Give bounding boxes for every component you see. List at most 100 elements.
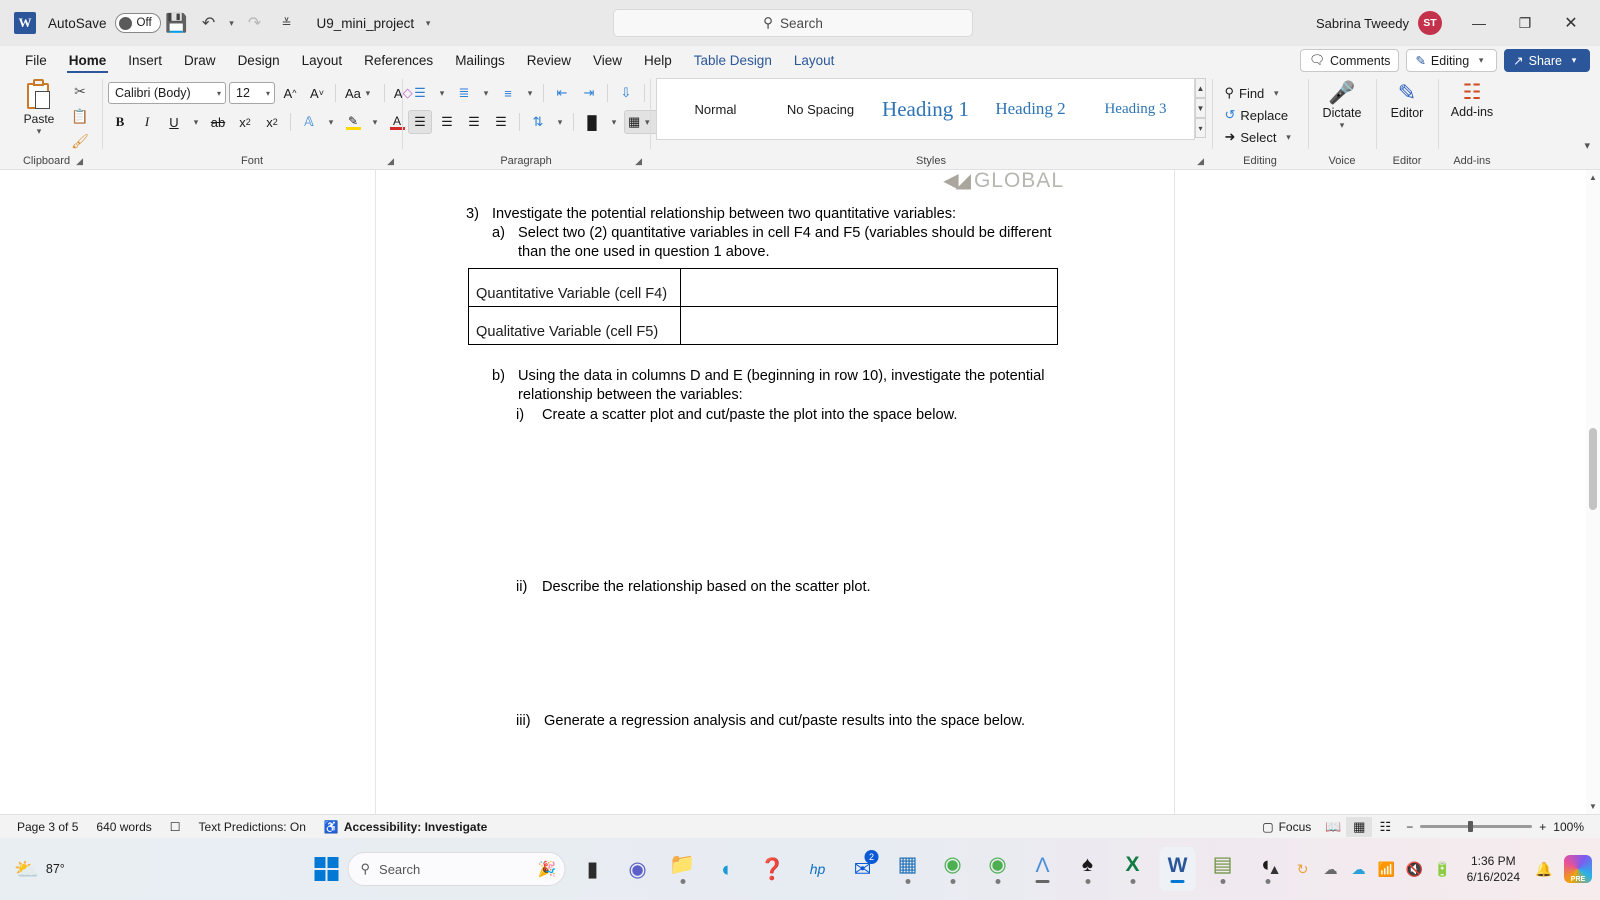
- search-input[interactable]: ⚲ Search: [613, 9, 973, 37]
- autosave-toggle[interactable]: Off: [114, 13, 161, 33]
- line-spacing-icon[interactable]: ⇅: [526, 110, 550, 134]
- table-row[interactable]: Quantitative Variable (cell F4): [468, 268, 1058, 307]
- collapse-ribbon-icon[interactable]: ▾: [1584, 139, 1590, 152]
- print-layout-icon[interactable]: ▦: [1346, 816, 1373, 837]
- dialog-launcher-icon[interactable]: ◢: [635, 153, 642, 169]
- taskbar-app-chrome-profile[interactable]: ◉: [980, 847, 1016, 891]
- chevron-down-icon[interactable]: ▾: [260, 89, 270, 98]
- superscript-button[interactable]: x2: [260, 110, 284, 134]
- tab-home[interactable]: Home: [58, 48, 118, 74]
- chevron-down-icon[interactable]: ▾: [32, 126, 46, 137]
- style-no-spacing[interactable]: No Spacing: [768, 80, 873, 138]
- minimize-icon[interactable]: —: [1456, 0, 1502, 46]
- strikethrough-icon[interactable]: ab: [206, 110, 230, 134]
- replace-button[interactable]: ↺ Replace: [1220, 104, 1292, 126]
- bullet-list-icon[interactable]: ☰: [408, 81, 432, 105]
- format-painter-icon[interactable]: 🖌: [69, 130, 91, 152]
- style-heading-2[interactable]: Heading 2: [978, 80, 1083, 138]
- select-button[interactable]: ➜ Select ▾: [1220, 126, 1299, 148]
- word-count[interactable]: 640 words: [87, 820, 160, 834]
- paste-button[interactable]: Paste ▾: [12, 76, 66, 137]
- dialog-launcher-icon[interactable]: ◢: [387, 153, 394, 169]
- volume-muted-icon[interactable]: 🔇: [1401, 852, 1429, 886]
- underline-chevron-down-icon[interactable]: ▾: [189, 117, 203, 128]
- taskbar-app-acrobat[interactable]: Λ: [1025, 847, 1061, 891]
- italic-button[interactable]: I: [135, 110, 159, 134]
- taskbar-app-help[interactable]: ❓: [755, 847, 791, 891]
- table-row[interactable]: Qualitative Variable (cell F5): [468, 306, 1058, 345]
- justify-icon[interactable]: ☰: [489, 110, 513, 134]
- dictate-button[interactable]: 🎤 Dictate ▾: [1313, 76, 1371, 131]
- copy-icon[interactable]: 📋: [69, 105, 91, 127]
- taskbar-app-word[interactable]: W: [1159, 847, 1196, 891]
- numbered-list-icon[interactable]: ≣: [452, 81, 476, 105]
- vertical-scrollbar[interactable]: ▲ ▼: [1586, 170, 1600, 814]
- tab-help[interactable]: Help: [633, 48, 683, 74]
- addins-button[interactable]: ☷ Add-ins: [1443, 76, 1501, 119]
- chevron-down-icon[interactable]: ▾: [211, 89, 221, 98]
- undo-chevron-down-icon[interactable]: ▾: [225, 18, 239, 29]
- customize-quick-access-icon[interactable]: ≚: [272, 8, 302, 38]
- text-effects-icon[interactable]: 𝔸: [297, 110, 321, 134]
- taskbar-app-game[interactable]: ▤: [1205, 847, 1241, 891]
- chevron-down-icon[interactable]: ▾: [1335, 120, 1349, 131]
- font-size-input[interactable]: 12 ▾: [229, 82, 275, 104]
- page-indicator[interactable]: Page 3 of 5: [8, 820, 87, 834]
- chevron-down-icon[interactable]: ▾: [553, 117, 567, 128]
- tab-draw[interactable]: Draw: [173, 48, 227, 74]
- chevron-down-icon[interactable]: ▾: [607, 117, 621, 128]
- tab-mailings[interactable]: Mailings: [444, 48, 516, 74]
- shading-icon[interactable]: █: [580, 110, 604, 134]
- battery-icon[interactable]: 🔋: [1429, 852, 1457, 886]
- tab-file[interactable]: File: [14, 48, 58, 74]
- document-page[interactable]: ◀◢ GLOBAL 3) Investigate the potential r…: [376, 170, 1174, 814]
- styles-more-icon[interactable]: ▾: [1195, 118, 1206, 138]
- tab-table-layout[interactable]: Layout: [783, 48, 846, 74]
- taskbar-app-teams[interactable]: ◉: [620, 847, 656, 891]
- variables-table[interactable]: Quantitative Variable (cell F4) Qualitat…: [468, 268, 1058, 345]
- taskbar-app-store[interactable]: ▦: [890, 847, 926, 891]
- scroll-down-icon[interactable]: ▼: [1586, 799, 1600, 814]
- taskbar-app-mail[interactable]: ✉ 2: [845, 847, 881, 891]
- taskbar-app-file-explorer-dark[interactable]: ▮: [575, 847, 611, 891]
- weather-widget[interactable]: ⛅ 87°: [0, 857, 200, 882]
- zoom-slider[interactable]: − + 100%: [1398, 820, 1592, 834]
- taskbar-app-chrome[interactable]: ◉: [935, 847, 971, 891]
- align-right-icon[interactable]: ☰: [462, 110, 486, 134]
- increase-indent-icon[interactable]: ⇥: [577, 81, 601, 105]
- focus-button[interactable]: ▢ Focus: [1253, 820, 1320, 834]
- proofing-errors-icon[interactable]: ☐: [161, 820, 190, 834]
- chevron-down-icon[interactable]: ▾: [324, 117, 338, 128]
- taskbar-app-myhp[interactable]: hp: [800, 847, 836, 891]
- style-heading-3[interactable]: Heading 3: [1083, 80, 1188, 138]
- editor-button[interactable]: ✎ Editor: [1378, 76, 1436, 120]
- tab-insert[interactable]: Insert: [117, 48, 173, 74]
- find-button[interactable]: ⚲ Find ▾: [1220, 82, 1287, 104]
- text-highlight-icon[interactable]: ✎: [341, 110, 365, 134]
- chevron-down-icon[interactable]: ▾: [435, 88, 449, 99]
- font-name-input[interactable]: Calibri (Body) ▾: [108, 82, 226, 104]
- table-cell-value[interactable]: [680, 268, 1058, 307]
- chevron-down-icon[interactable]: ▾: [523, 88, 537, 99]
- comments-button[interactable]: 🗨 Comments: [1300, 49, 1400, 72]
- scissors-icon[interactable]: ✂: [69, 80, 91, 102]
- taskbar-app-file-explorer[interactable]: 📁: [665, 847, 701, 891]
- chevron-down-icon[interactable]: ▾: [421, 18, 435, 29]
- wifi-icon[interactable]: 📶: [1373, 852, 1401, 886]
- document-title[interactable]: U9_mini_project ▾: [317, 16, 436, 31]
- grow-font-icon[interactable]: A ^: [278, 81, 302, 105]
- clock[interactable]: 1:36 PM 6/16/2024: [1457, 853, 1530, 885]
- copilot-icon[interactable]: PRE: [1564, 855, 1592, 883]
- zoom-track[interactable]: [1420, 821, 1533, 832]
- styles-scroll-down-icon[interactable]: ▼: [1195, 98, 1206, 118]
- text-predictions-status[interactable]: Text Predictions: On: [190, 820, 315, 834]
- chevron-down-icon[interactable]: ▾: [368, 117, 382, 128]
- underline-button[interactable]: U: [162, 110, 186, 134]
- align-left-icon[interactable]: ☰: [408, 110, 432, 134]
- tab-review[interactable]: Review: [516, 48, 582, 74]
- tab-view[interactable]: View: [582, 48, 633, 74]
- dialog-launcher-icon[interactable]: ◢: [76, 153, 83, 169]
- share-button[interactable]: ↗ Share ▾: [1504, 49, 1590, 72]
- align-center-icon[interactable]: ☰: [435, 110, 459, 134]
- onedrive-personal-icon[interactable]: ☁: [1345, 852, 1373, 886]
